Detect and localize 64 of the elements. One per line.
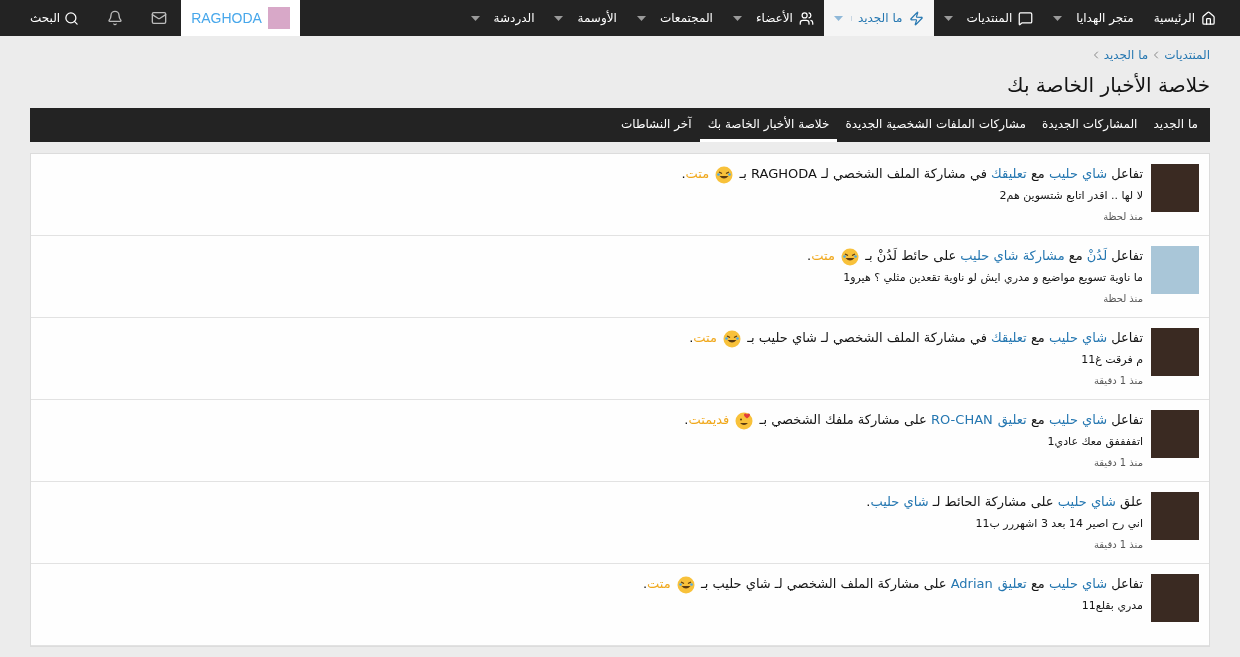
avatar-placeholder[interactable] [1151, 328, 1199, 376]
user-link[interactable]: تعليقك [991, 330, 1027, 345]
user-link[interactable]: شاي حليب [1057, 494, 1116, 509]
search-link[interactable]: البحث [0, 0, 94, 36]
post-snippet: اني رح اصير 14 بعد 3 اشهررر ب11 [974, 516, 1143, 532]
activity-sentence: تفاعل لَدُنْ مع مشاركة شاي حليب على حائط لَدُنْ بـ متت. [807, 246, 1143, 266]
nav-tab[interactable]: متجر الهدايا [1043, 0, 1144, 36]
heart-face-icon [735, 411, 754, 430]
avatar-placeholder[interactable] [1151, 164, 1199, 212]
laughing-face-icon [723, 329, 742, 348]
user-avatar-placeholder [267, 7, 290, 29]
post-snippet: مدري بقلع11 [1080, 598, 1143, 614]
tab[interactable]: مشاركات الملفات الشخصية الجديدة [837, 108, 1034, 142]
user-link[interactable]: شاي حليب [1048, 576, 1108, 591]
people-icon [798, 10, 814, 26]
tab[interactable]: خلاصة الأخبار الخاصة بك [699, 108, 838, 142]
tab[interactable]: آخر النشاطات [612, 108, 700, 142]
timestamp: منذ 1 دقيقة [1092, 537, 1143, 552]
tab[interactable]: المشاركات الجديدة [1033, 108, 1146, 142]
lightning-bolt-icon [908, 10, 924, 26]
activity-sentence: علق شاي حليب على مشاركة الحائط لـ شاي حليب. [866, 493, 1143, 512]
breadcrumb-link[interactable]: المنتديات [1164, 46, 1210, 64]
breadcrumb-link[interactable]: ما الجديد [1103, 46, 1149, 64]
timestamp: منذ 1 دقيقة [1092, 455, 1143, 470]
avatar-placeholder[interactable] [1151, 246, 1199, 294]
avatar-placeholder[interactable] [1151, 574, 1199, 622]
timestamp: منذ 1 دقيقة [1092, 373, 1143, 388]
nav-tab[interactable]: الأوسمة [544, 0, 627, 36]
laughing-face-icon [715, 165, 734, 184]
user-link[interactable]: لَدُنْ [1086, 248, 1108, 263]
laughing-face-icon [676, 575, 695, 594]
user-link[interactable]: شاي حليب [870, 494, 929, 509]
avatar-placeholder[interactable] [1151, 492, 1199, 540]
timestamp: منذ لحظة [1102, 291, 1143, 306]
laughing-face-icon [841, 247, 860, 266]
user-link[interactable]: RO-CHAN [931, 412, 993, 427]
user-link[interactable]: شاي حليب [1048, 412, 1108, 427]
post-snippet: لا لها .. اقدر اتابع شتسوين هم2 [998, 188, 1143, 204]
activity-sentence: تفاعل شاي حليب مع تعليقك في مشاركة الملف الشخصي لـ شاي حليب بـ متت. [689, 328, 1143, 348]
timestamp: منذ لحظة [1102, 209, 1143, 224]
nav-tab[interactable]: المجتمعات [626, 0, 723, 36]
page-title: خلاصة الأخبار الخاصة بك [1006, 72, 1210, 99]
avatar-placeholder[interactable] [1151, 410, 1199, 458]
user-link[interactable]: شاي حليب [1048, 330, 1108, 345]
user-account-link[interactable]: RAGHODA [181, 0, 300, 36]
user-link[interactable]: مشاركة شاي حليب [960, 248, 1065, 263]
nav-tab[interactable]: الدردشة [460, 0, 545, 36]
activity-sentence: تفاعل شاي حليب مع تعليقك في مشاركة الملف الشخصي لـ RAGHODA بـ متت. [681, 164, 1143, 184]
user-link[interactable]: تعليق [997, 576, 1027, 591]
user-link[interactable]: تعليقك [991, 166, 1027, 181]
home-icon [1201, 10, 1216, 26]
tab[interactable]: ما الجديد [1145, 108, 1206, 142]
nav-tab[interactable]: الأعضاء [722, 0, 824, 36]
nav-tab[interactable]: المنتديات [933, 0, 1044, 36]
user-link[interactable]: Adrian [950, 576, 993, 591]
user-link[interactable]: شاي حليب [1048, 166, 1108, 181]
nav-tab[interactable]: الرئيسية [1143, 0, 1226, 36]
nav-tab[interactable]: ما الجديد [823, 0, 934, 36]
post-snippet: ما ناوية تسويع مواضيع و مدري ايش لو ناوية تقعدين مثلي ؟ هيرو1 [842, 270, 1143, 286]
user-link[interactable]: تعليق [997, 412, 1027, 427]
post-snippet: اتففففق معك عادي1 [1046, 434, 1143, 450]
post-snippet: م فرقت غ11 [1080, 352, 1143, 368]
search-icon [64, 10, 80, 26]
speech-bubble-icon [1018, 10, 1034, 26]
